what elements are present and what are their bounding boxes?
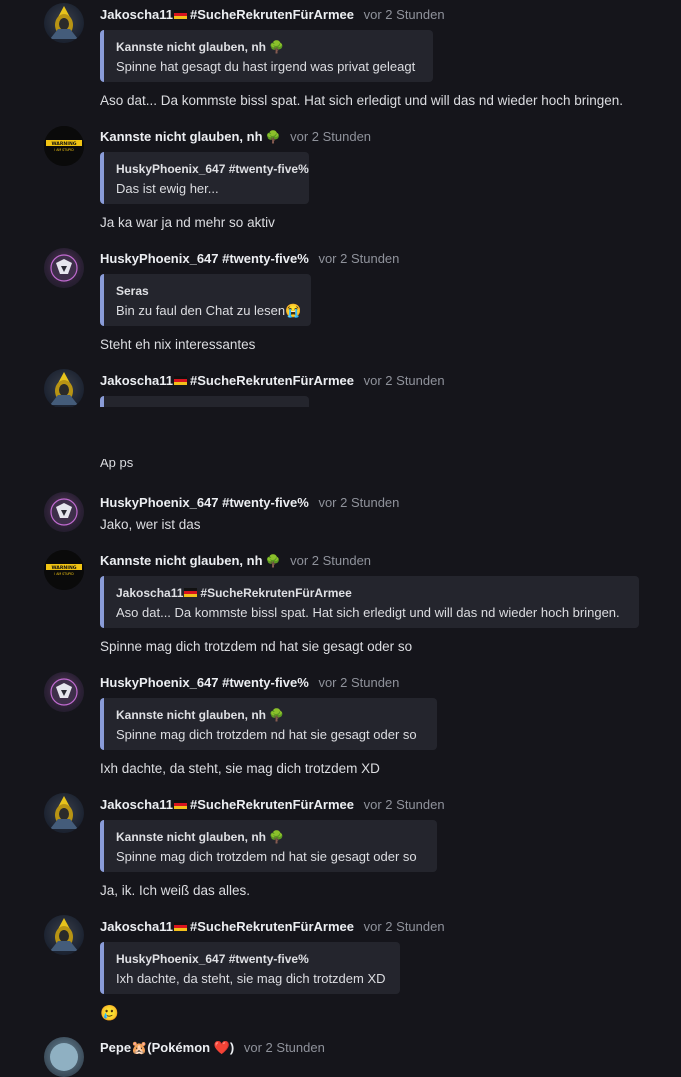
avatar[interactable]: [44, 915, 84, 955]
tree-icon: 🌳: [269, 830, 284, 844]
germany-flag-icon: [174, 10, 188, 19]
tree-icon: 🌳: [269, 708, 284, 722]
username[interactable]: Kannste nicht glauben, nh 🌳: [100, 553, 280, 568]
message-text: Aso dat... Da kommste bissl spat. Hat si…: [100, 93, 624, 108]
quote-author: Kannste nicht glauben, nh 🌳: [116, 708, 284, 722]
timestamp: vor 2 Stunden: [363, 797, 445, 812]
quote-author: Kannste nicht glauben, nh 🌳: [116, 830, 284, 844]
username[interactable]: Jakoscha11 #SucheRekrutenFürArmee: [100, 7, 354, 22]
warning-text: WARNING: [51, 141, 76, 147]
message-header: Kannste nicht glauben, nh 🌳 vor 2 Stunden: [100, 129, 371, 144]
tree-icon: 🌳: [265, 130, 281, 144]
message-header: Jakoscha11 #SucheRekrutenFürArmee vor 2 S…: [100, 797, 445, 812]
quote-text: Spinne mag dich trotzdem nd hat sie gesa…: [116, 849, 417, 864]
quote-text: Aso dat... Da kommste bissl spat. Hat si…: [116, 605, 620, 620]
username[interactable]: Jakoscha11 #SucheRekrutenFürArmee: [100, 797, 354, 812]
timestamp: vor 2 Stunden: [318, 251, 400, 266]
quote-text: Das ist ewig her...: [116, 181, 219, 196]
avatar[interactable]: [44, 248, 84, 288]
husky-avatar-icon: [50, 498, 78, 526]
stupid-text: I AM STUPID: [54, 572, 74, 576]
username[interactable]: Kannste nicht glauben, nh 🌳: [100, 129, 280, 144]
avatar[interactable]: WARNING I AM STUPID: [44, 126, 84, 166]
timestamp: vor 2 Stunden: [290, 129, 372, 144]
timestamp: vor 2 Stunden: [318, 675, 400, 690]
loading-gap: [0, 407, 681, 465]
husky-avatar-icon: [50, 678, 78, 706]
avatar[interactable]: WARNING I AM STUPID: [44, 550, 84, 590]
reply-quote[interactable]: HuskyPhoenix_647 #twenty-five% Ixh dacht…: [100, 942, 400, 994]
germany-flag-icon: [174, 922, 188, 931]
message-header: HuskyPhoenix_647 #twenty-five% vor 2 Stu…: [100, 251, 399, 266]
germany-flag-icon: [184, 588, 198, 597]
avatar[interactable]: [44, 672, 84, 712]
quote-author: Seras: [116, 284, 149, 298]
soldier-icon: [50, 6, 78, 39]
soldier-icon: [50, 796, 78, 829]
quote-text: Spinne mag dich trotzdem nd hat sie gesa…: [116, 727, 417, 742]
quote-author: HuskyPhoenix_647 #twenty-five%: [116, 952, 309, 966]
username[interactable]: HuskyPhoenix_647 #twenty-five%: [100, 495, 309, 510]
message-text: Jako, wer ist das: [100, 517, 201, 532]
message-header: Jakoscha11 #SucheRekrutenFürArmee vor 2 S…: [100, 919, 445, 934]
reply-quote[interactable]: HuskyPhoenix_647 #twenty-five% Das ist e…: [100, 152, 309, 204]
message-header: Jakoscha11 #SucheRekrutenFürArmee vor 2 S…: [100, 373, 445, 388]
message-header: HuskyPhoenix_647 #twenty-five% vor 2 Stu…: [100, 495, 399, 510]
message-text: Ja ka war ja nd mehr so aktiv: [100, 215, 275, 230]
soldier-icon: [50, 918, 78, 951]
message-text: Steht eh nix interessantes: [100, 337, 256, 352]
timestamp: vor 2 Stunden: [363, 919, 445, 934]
timestamp: vor 2 Stunden: [290, 553, 372, 568]
timestamp: vor 2 Stunden: [318, 495, 400, 510]
message-header: Pepe🐹(Pokémon ❤️) vor 2 Stunden: [100, 1040, 325, 1056]
quote-author: Kannste nicht glauben, nh 🌳: [116, 40, 284, 54]
message-text: Ixh dachte, da steht, sie mag dich trotz…: [100, 761, 380, 776]
message-header: HuskyPhoenix_647 #twenty-five% vor 2 Stu…: [100, 675, 399, 690]
avatar[interactable]: [44, 793, 84, 833]
username[interactable]: Jakoscha11 #SucheRekrutenFürArmee: [100, 919, 354, 934]
message-emoji: 🥲: [100, 1005, 119, 1022]
reply-quote[interactable]: Kannste nicht glauben, nh 🌳 Spinne mag di…: [100, 820, 437, 872]
reply-quote[interactable]: Jakoscha11 #SucheRekrutenFürArmee Aso dat…: [100, 576, 639, 628]
stupid-text: I AM STUPID: [54, 148, 74, 152]
avatar[interactable]: [44, 1037, 84, 1077]
username[interactable]: HuskyPhoenix_647 #twenty-five%: [100, 675, 309, 690]
husky-avatar-icon: [50, 254, 78, 282]
tree-icon: 🌳: [265, 554, 281, 568]
quote-text: Spinne hat gesagt du hast irgend was pri…: [116, 59, 416, 74]
reply-quote[interactable]: Kannste nicht glauben, nh 🌳 Spinne mag di…: [100, 698, 437, 750]
reply-quote[interactable]: Seras Bin zu faul den Chat zu lesen😭: [100, 274, 311, 326]
warning-avatar-icon: WARNING I AM STUPID: [44, 126, 84, 166]
soldier-icon: [50, 372, 78, 405]
avatar[interactable]: [44, 492, 84, 532]
timestamp: vor 2 Stunden: [363, 7, 445, 22]
quote-author: HuskyPhoenix_647 #twenty-five%: [116, 162, 309, 176]
warning-avatar-icon: WARNING I AM STUPID: [44, 550, 84, 590]
message-text: Ja, ik. Ich weiß das alles.: [100, 883, 251, 898]
avatar[interactable]: [44, 3, 84, 43]
message-text: Spinne mag dich trotzdem nd hat sie gesa…: [100, 639, 413, 654]
tree-icon: 🌳: [269, 40, 284, 54]
message-header: Jakoscha11 #SucheRekrutenFürArmee vor 2 S…: [100, 7, 445, 22]
quote-text: Bin zu faul den Chat zu lesen😭: [116, 303, 302, 318]
partial-text: Ap ps: [100, 459, 134, 470]
message-header: Kannste nicht glauben, nh 🌳 vor 2 Stunden: [100, 553, 371, 568]
quote-text: Ixh dachte, da steht, sie mag dich trotz…: [116, 971, 386, 986]
quote-author: Jakoscha11 #SucheRekrutenFürArmee: [116, 586, 352, 600]
username[interactable]: Jakoscha11 #SucheRekrutenFürArmee: [100, 373, 354, 388]
germany-flag-icon: [174, 376, 188, 385]
pepe-avatar-icon: [50, 1043, 78, 1071]
reply-quote[interactable]: Kannste nicht glauben, nh 🌳 Spinne hat ge…: [100, 30, 433, 82]
timestamp: vor 2 Stunden: [363, 373, 445, 388]
avatar[interactable]: [44, 369, 84, 409]
warning-text: WARNING: [51, 565, 76, 571]
germany-flag-icon: [174, 800, 188, 809]
username[interactable]: HuskyPhoenix_647 #twenty-five%: [100, 251, 309, 266]
